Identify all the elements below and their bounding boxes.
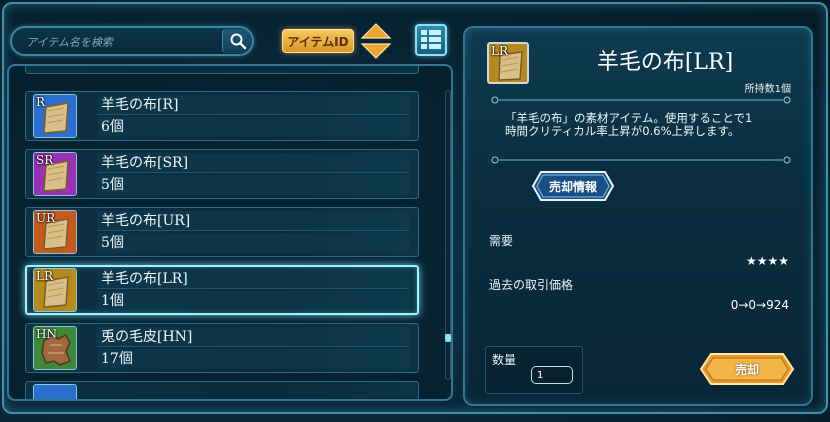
sale-info-label: 売却情報 [548, 179, 597, 194]
item-thumbnail: HN [33, 326, 77, 370]
item-name: 羊毛の布[LR] [97, 269, 409, 289]
detail-item-icon: LR [487, 42, 529, 84]
ornamental-divider [491, 96, 791, 104]
item-thumbnail: R [33, 94, 77, 138]
price-history-value: 0→0→924 [730, 298, 789, 312]
item-count: 1個 [97, 291, 409, 311]
sell-button[interactable]: 売却 [699, 351, 795, 387]
search-input[interactable] [26, 33, 222, 51]
quantity-input[interactable] [531, 366, 573, 384]
item-thumbnail: UR [33, 210, 77, 254]
price-history-label: 過去の取引価格 [489, 278, 574, 292]
cloth-icon [34, 385, 76, 399]
item-count: 6個 [97, 117, 409, 137]
list-item[interactable]: UR 羊毛の布[UR] 5個 [25, 207, 419, 257]
item-name: 羊毛の布[UR] [97, 211, 409, 231]
item-name: 羊毛の布[R] [97, 95, 409, 115]
game-window: アイテムID [0, 0, 830, 422]
item-name: 羊毛の布[SR] [97, 153, 409, 173]
rank-label: UR [36, 211, 56, 225]
item-thumbnail: SR [33, 152, 77, 196]
sell-label: 売却 [734, 362, 759, 377]
ornamental-divider [491, 156, 791, 164]
item-id-label: アイテムID [287, 34, 349, 49]
list-item[interactable]: SR 羊毛の布[SR] 5個 [25, 149, 419, 199]
item-name: 兎の毛皮[HN] [97, 327, 409, 347]
sale-info-button[interactable]: 売却情報 [531, 170, 615, 202]
scrollbar-thumb[interactable] [445, 334, 451, 342]
item-list-panel: R 羊毛の布[R] 6個 SR 羊毛の布[SR] 5個 UR 羊毛の布[UR] … [7, 64, 453, 401]
demand-stars: ★★★★ [745, 254, 789, 268]
item-count: 5個 [97, 233, 409, 253]
list-item[interactable]: R 羊毛の布[R] 6個 [25, 91, 419, 141]
rank-label: R [36, 95, 46, 109]
list-item[interactable]: HN 兎の毛皮[HN] 17個 [25, 323, 419, 373]
rank-label: LR [36, 269, 54, 283]
sort-order-toggle[interactable] [360, 22, 392, 60]
item-id-sort-button[interactable]: アイテムID [282, 29, 354, 53]
list-item-selected[interactable]: LR 羊毛の布[LR] 1個 [25, 265, 419, 315]
search-button[interactable] [222, 29, 252, 53]
rank-label: HN [36, 327, 57, 341]
rank-label: SR [36, 153, 54, 167]
item-title: 羊毛の布[LR] [596, 50, 734, 75]
search-bar [10, 26, 254, 56]
grid-view-toggle[interactable] [415, 24, 447, 56]
demand-label: 需要 [489, 234, 514, 248]
owned-count: 所持数1個 [744, 84, 791, 95]
sort-arrows-icon [360, 23, 392, 59]
list-item-partial-bottom[interactable] [25, 381, 419, 399]
item-count: 17個 [97, 349, 409, 369]
rank-label: LR [491, 44, 509, 58]
item-detail-panel: LR 羊毛の布[LR] 所持数1個 「羊毛の布」の素材アイテム。使用することで1… [463, 26, 813, 406]
item-thumbnail: LR [33, 268, 77, 312]
item-description: 「羊毛の布」の素材アイテム。使用することで1 時間クリティカル率上昇が0.6%上… [505, 111, 753, 138]
grid-view-icon [421, 30, 441, 49]
search-icon [230, 33, 246, 50]
quantity-label: 数量 [492, 353, 517, 367]
list-item-partial-top[interactable] [25, 66, 419, 74]
item-count: 5個 [97, 175, 409, 195]
